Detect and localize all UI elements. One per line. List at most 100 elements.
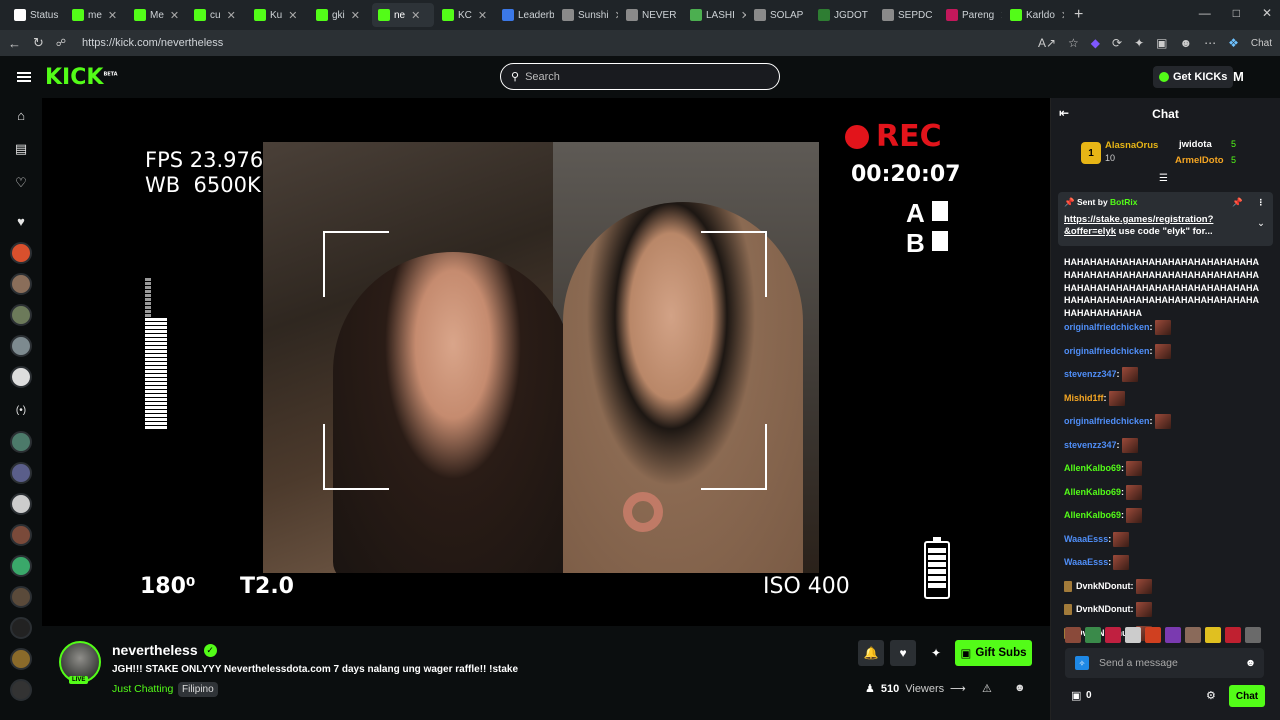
minimize-icon[interactable]: — — [1199, 6, 1211, 20]
favorites-icon[interactable]: ✦ — [1134, 36, 1144, 50]
favorite-star-icon[interactable]: ☆ — [1068, 36, 1079, 50]
browser-tab[interactable]: gki ✕ — [310, 3, 370, 27]
chat-username[interactable]: stevenzz347 — [1064, 439, 1117, 452]
browse-icon[interactable]: ▤ — [15, 132, 27, 166]
user-avatar[interactable]: M — [1233, 69, 1244, 84]
quick-emote-icon[interactable] — [1105, 627, 1121, 643]
recommended-channel-avatar[interactable] — [10, 555, 32, 577]
tab-close-icon[interactable]: ✕ — [108, 9, 117, 22]
recommended-channel-avatar[interactable] — [10, 648, 32, 670]
following-icon[interactable]: ♡ — [15, 166, 27, 200]
chat-username[interactable]: WaaaEsss — [1064, 533, 1108, 546]
emote-icon[interactable] — [1108, 390, 1125, 406]
emote-icon[interactable] — [1113, 531, 1130, 547]
emote-icon[interactable] — [1121, 437, 1138, 453]
leader-first-name[interactable]: AlasnaOrus — [1105, 140, 1158, 151]
get-kicks-button[interactable]: Get KICKs — [1153, 66, 1234, 88]
emote-icon[interactable] — [1113, 555, 1130, 570]
chat-username[interactable]: DvnkNDonut — [1076, 580, 1131, 593]
collections-icon[interactable]: ▣ — [1156, 36, 1167, 50]
chat-username[interactable]: originalfriedchicken — [1064, 345, 1150, 358]
chat-username[interactable]: originalfriedchicken — [1064, 415, 1150, 428]
chat-username[interactable]: AllenKalbo69 — [1064, 486, 1121, 499]
following-heart-icon[interactable]: ♥ — [17, 204, 25, 238]
browser-tab[interactable]: Leaderboard✕ — [496, 3, 554, 27]
pinned-expand-icon[interactable]: ⌄ — [1257, 218, 1265, 229]
search-input[interactable]: ⚲ Search — [500, 63, 780, 90]
emote-icon[interactable] — [1154, 343, 1171, 359]
tab-close-icon[interactable]: ✕ — [809, 9, 810, 22]
quick-emote-icon[interactable] — [1205, 627, 1221, 643]
quick-emote-icon[interactable] — [1225, 627, 1241, 643]
browser-tab[interactable]: Pareng ✕ — [940, 3, 1002, 27]
maximize-icon[interactable]: □ — [1233, 6, 1240, 20]
bot-command-icon[interactable]: ✧ — [1075, 656, 1089, 670]
clip-icon[interactable]: ✦ — [923, 640, 949, 666]
quick-emote-icon[interactable] — [1085, 627, 1101, 643]
quick-emote-icon[interactable] — [1165, 627, 1181, 643]
browser-tab[interactable]: Me ✕ — [128, 3, 186, 27]
emote-icon[interactable] — [1126, 484, 1143, 500]
tab-close-icon[interactable]: ✕ — [615, 9, 618, 22]
notification-bell-icon[interactable]: 🔔 — [858, 640, 884, 666]
refresh-extension-icon[interactable]: ⟳ — [1112, 36, 1122, 50]
emote-icon[interactable] — [1135, 578, 1152, 594]
more-icon[interactable]: ⋯ — [1204, 36, 1216, 50]
emote-icon[interactable] — [1154, 414, 1171, 429]
report-icon[interactable]: ⚠ — [982, 682, 992, 695]
browser-tab[interactable]: Status✕ — [8, 3, 64, 27]
quick-emote-icon[interactable] — [1185, 627, 1201, 643]
browser-tab[interactable]: LASHI ✕ — [684, 3, 746, 27]
tab-close-icon[interactable]: ✕ — [227, 9, 236, 22]
leader-third-name[interactable]: ArmelDoto — [1175, 155, 1224, 166]
new-tab-icon[interactable]: + — [1074, 6, 1083, 24]
browser-tab[interactable]: Sunshi ✕ — [556, 3, 618, 27]
chat-username[interactable]: AllenKalbo69 — [1064, 509, 1121, 522]
read-aloud-icon[interactable]: A↗ — [1038, 36, 1056, 50]
recommended-channel-avatar[interactable] — [10, 493, 32, 515]
browser-tab[interactable]: Karldo ✕ — [1004, 3, 1064, 27]
quick-emote-icon[interactable] — [1125, 627, 1141, 643]
chat-username[interactable]: WaaaEsss — [1064, 556, 1108, 569]
browser-tab[interactable]: SOLAP ✕ — [748, 3, 810, 27]
tab-close-icon[interactable]: ✕ — [351, 9, 360, 22]
browser-tab[interactable]: me ✕ — [66, 3, 126, 27]
tab-close-icon[interactable]: ✕ — [1061, 9, 1064, 22]
emoji-icon[interactable]: ☻ — [1245, 657, 1256, 669]
profile-icon[interactable]: ☻ — [1179, 36, 1192, 50]
points-icon[interactable]: ▣ — [1071, 689, 1081, 702]
send-chat-button[interactable]: Chat — [1229, 685, 1265, 707]
home-icon[interactable]: ⌂ — [17, 98, 25, 132]
pinned-more-icon[interactable]: ⋮ — [1257, 197, 1266, 208]
quick-emote-icon[interactable] — [1245, 627, 1261, 643]
recommended-channel-avatar[interactable] — [10, 679, 32, 701]
leader-second-name[interactable]: jwidota — [1179, 139, 1212, 150]
recommended-channel-avatar[interactable] — [10, 586, 32, 608]
followed-channel-avatar[interactable] — [10, 273, 32, 295]
unpin-icon[interactable]: 📌 — [1232, 197, 1243, 208]
recommended-channel-avatar[interactable] — [10, 524, 32, 546]
video-player[interactable]: FPS 23.976 WB 6500K REC 00:20:07 A B 180… — [42, 98, 1050, 626]
leaderboard-expand-icon[interactable]: ☰ — [1159, 173, 1168, 184]
browser-tab[interactable]: SEPDC✕ — [876, 3, 938, 27]
recommended-channel-avatar[interactable] — [10, 462, 32, 484]
emote-icon[interactable] — [1135, 602, 1152, 617]
tab-close-icon[interactable]: ✕ — [1000, 9, 1002, 22]
follow-heart-icon[interactable]: ♥ — [890, 640, 916, 666]
send-message-input[interactable]: ✧ Send a message ☻ — [1065, 648, 1264, 678]
copilot-chat-label[interactable]: Chat — [1251, 38, 1272, 49]
chat-username[interactable]: originalfriedchicken — [1064, 321, 1150, 334]
chat-username[interactable]: stevenzz347 — [1064, 368, 1117, 381]
followed-channel-avatar[interactable] — [10, 335, 32, 357]
chat-settings-icon[interactable]: ⚙ — [1206, 689, 1216, 702]
tab-close-icon[interactable]: ✕ — [411, 9, 420, 22]
chat-username[interactable]: DvnkNDonut — [1076, 603, 1131, 616]
emote-icon[interactable] — [1126, 508, 1143, 523]
tab-close-icon[interactable]: ✕ — [170, 9, 179, 22]
share-icon[interactable]: ⟶ — [950, 682, 966, 695]
emote-icon[interactable] — [1126, 461, 1143, 476]
browser-tab[interactable]: KC ✕ — [436, 3, 494, 27]
copilot-icon[interactable]: ❖ — [1228, 36, 1239, 50]
emote-icon[interactable] — [1154, 320, 1171, 335]
more-options-icon[interactable]: ☻ — [1014, 682, 1026, 694]
